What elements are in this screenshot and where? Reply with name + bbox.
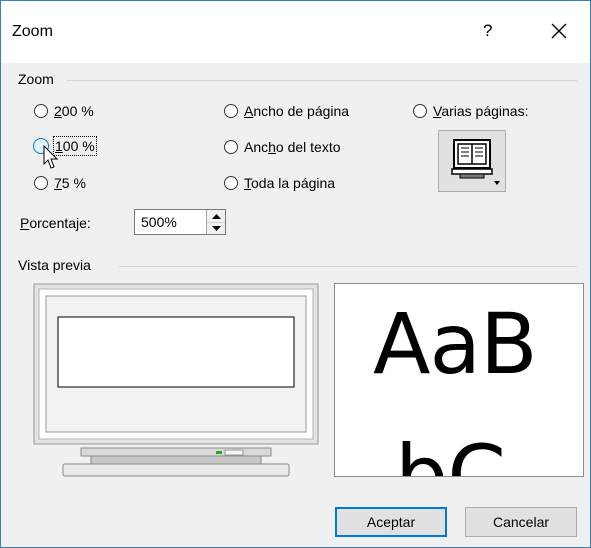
help-button[interactable]: ? — [483, 21, 492, 41]
radio-varias-paginas-circle[interactable] — [413, 104, 427, 118]
radio-75-label[interactable]: 75 % — [54, 175, 86, 191]
cancel-button[interactable]: Cancelar — [465, 507, 577, 537]
percentage-input[interactable]: 500% — [141, 214, 177, 230]
monitor-icon — [33, 283, 319, 477]
radio-200[interactable]: 200 % — [34, 103, 94, 119]
radio-ancho-texto-circle[interactable] — [224, 140, 238, 154]
radio-ancho-texto-label[interactable]: Ancho del texto — [244, 139, 341, 155]
spin-up-icon — [211, 213, 221, 219]
monitor-pages-icon — [451, 139, 500, 185]
radio-75[interactable]: 75 % — [34, 175, 86, 191]
zoom-dialog: Zoom ? Zoom 200 % 100 % 75 % Ancho de pá… — [0, 0, 591, 548]
radio-ancho-texto[interactable]: Ancho del texto — [224, 139, 341, 155]
preview-group-label: Vista previa — [18, 257, 91, 273]
spin-down-button[interactable] — [207, 222, 225, 234]
radio-200-label[interactable]: 200 % — [54, 103, 94, 119]
monitor-preview — [33, 283, 319, 481]
radio-ancho-pagina-circle[interactable] — [224, 104, 238, 118]
percentage-spinbox[interactable]: 500% — [134, 209, 226, 235]
dialog-title: Zoom — [12, 23, 53, 40]
radio-varias-paginas-label[interactable]: Varias páginas: — [433, 103, 528, 119]
radio-varias-paginas[interactable]: Varias páginas: — [413, 103, 528, 119]
radio-200-circle[interactable] — [34, 104, 48, 118]
preview-group-divider — [119, 266, 577, 267]
radio-toda-pagina-label[interactable]: Toda la página — [244, 175, 335, 191]
percentage-label: Porcentaje: — [20, 215, 91, 231]
radio-ancho-pagina[interactable]: Ancho de página — [224, 103, 349, 119]
preview-sample-text: AaB — [373, 295, 538, 393]
preview-sample-text-line2: bC — [395, 427, 506, 477]
zoom-group-label: Zoom — [18, 71, 54, 87]
close-button[interactable] — [542, 14, 576, 48]
title-bar: Zoom ? — [1, 1, 590, 63]
spin-down-icon — [211, 225, 221, 231]
text-preview: AaB bC — [334, 283, 584, 477]
multiple-pages-button[interactable] — [438, 130, 506, 192]
radio-100-circle[interactable] — [33, 138, 49, 154]
radio-ancho-pagina-label[interactable]: Ancho de página — [244, 103, 349, 119]
radio-toda-pagina-circle[interactable] — [224, 176, 238, 190]
dropdown-arrow-icon — [494, 181, 500, 185]
ok-button[interactable]: Aceptar — [335, 507, 447, 537]
radio-100[interactable]: 100 % — [33, 136, 97, 156]
spin-arrows — [206, 210, 225, 234]
radio-toda-pagina[interactable]: Toda la página — [224, 175, 335, 191]
close-icon — [551, 23, 567, 39]
zoom-group-divider — [67, 80, 577, 81]
radio-75-circle[interactable] — [34, 176, 48, 190]
radio-100-label[interactable]: 100 % — [53, 136, 97, 156]
